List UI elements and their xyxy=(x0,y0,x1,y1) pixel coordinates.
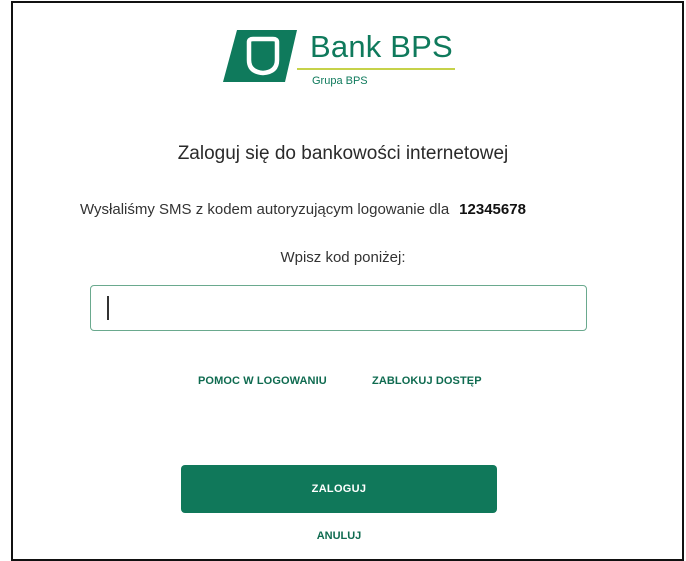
page-title: Zaloguj się do bankowości internetowej xyxy=(177,143,509,164)
sms-info: Wysłaliśmy SMS z kodem autoryzującym log… xyxy=(80,201,526,218)
text-cursor xyxy=(107,296,109,320)
sms-message: Wysłaliśmy SMS z kodem autoryzującym log… xyxy=(80,201,450,218)
login-button[interactable]: ZALOGUJ xyxy=(181,465,497,513)
bank-name: Bank BPS xyxy=(310,29,453,64)
bank-logo: Bank BPS Grupa BPS xyxy=(223,24,463,94)
block-access-link[interactable]: ZABLOKUJ DOSTĘP xyxy=(372,375,482,387)
help-login-link[interactable]: POMOC W LOGOWANIU xyxy=(198,375,327,387)
login-button-label: ZALOGUJ xyxy=(311,483,367,495)
cancel-link[interactable]: ANULUJ xyxy=(0,530,678,542)
bank-bps-logo-icon xyxy=(223,30,297,82)
bank-group-name: Grupa BPS xyxy=(312,75,368,87)
sms-code-input[interactable] xyxy=(90,285,587,331)
logo-divider xyxy=(297,68,455,70)
code-prompt: Wpisz kod poniżej: xyxy=(280,249,406,266)
user-number: 12345678 xyxy=(459,201,526,218)
